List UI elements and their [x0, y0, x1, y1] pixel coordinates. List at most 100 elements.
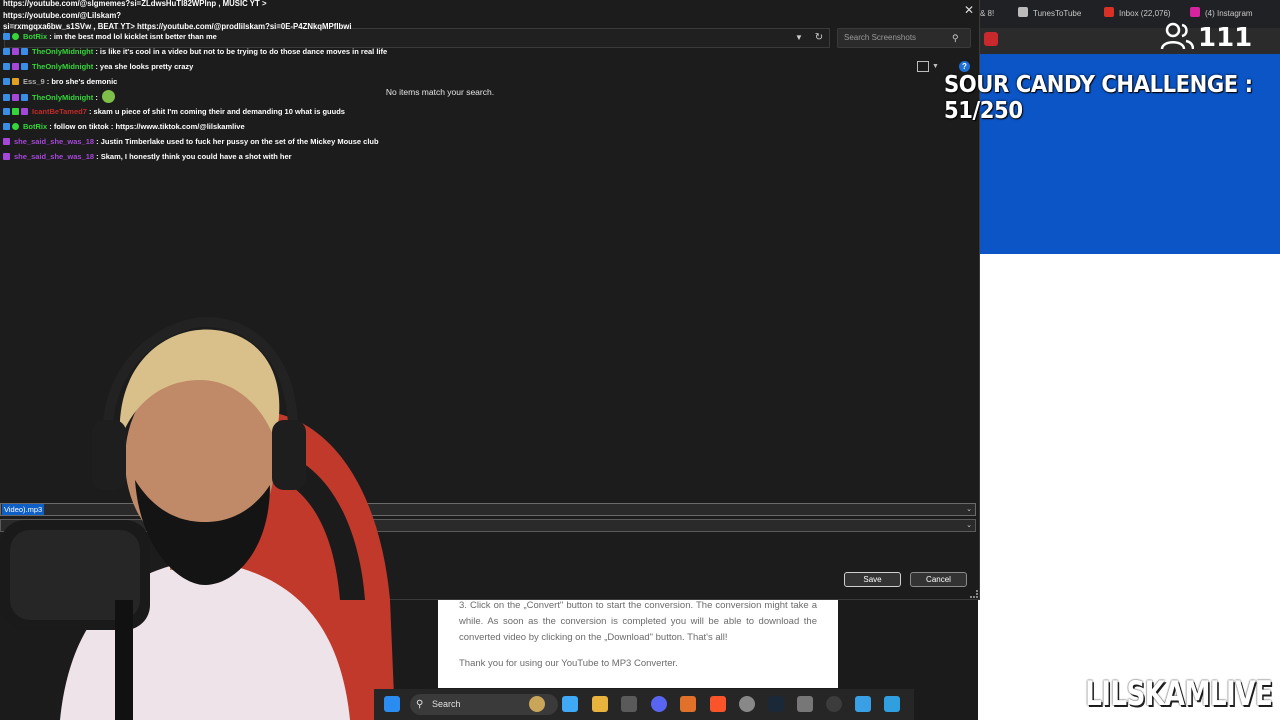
- resize-grip[interactable]: [970, 590, 978, 598]
- file-explorer-icon[interactable]: [592, 696, 608, 712]
- mod-badge-icon: [3, 33, 10, 40]
- fl-studio-icon[interactable]: [680, 696, 696, 712]
- instagram-icon: [1190, 7, 1200, 17]
- obs-icon[interactable]: [739, 696, 755, 712]
- viewer-count: 111: [1160, 22, 1252, 53]
- chat-username: she_said_she_was_18: [14, 137, 95, 146]
- chat-message: she_said_she_was_18 : Skam, I honestly t…: [3, 150, 443, 165]
- vip-badge-icon: [12, 78, 19, 85]
- taskbar-search-label: Search: [432, 699, 461, 709]
- help-icon[interactable]: ?: [959, 61, 970, 72]
- search-placeholder: Search Screenshots: [844, 33, 917, 42]
- mod-badge-icon: [3, 63, 10, 70]
- save-button[interactable]: Save: [844, 572, 901, 587]
- chat-username: BotRix: [23, 32, 48, 41]
- sub-badge-icon: [3, 153, 10, 160]
- tunestotube-icon: [1018, 7, 1028, 17]
- badge-icon: [12, 108, 19, 115]
- steam-icon[interactable]: [768, 696, 784, 712]
- chat-text: : follow on tiktok : https://www.tiktok.…: [47, 122, 245, 131]
- app-icon[interactable]: [797, 696, 813, 712]
- chevron-down-icon[interactable]: ▼: [793, 32, 805, 44]
- webcam-feed: [0, 300, 420, 720]
- browser-tab-instagram[interactable]: (4) Instagram: [1190, 6, 1253, 22]
- chat-message: TheOnlyMidnight : yea she looks pretty c…: [3, 60, 443, 75]
- browser-tab-tunestotube[interactable]: TunesToTube: [1018, 6, 1081, 22]
- chat-text: : bro she's demonic: [44, 77, 118, 86]
- emote-icon: [101, 90, 115, 103]
- search-input[interactable]: Search Screenshots ⚲: [837, 28, 971, 48]
- chat-text: : Justin Timberlake used to fuck her pus…: [94, 137, 379, 146]
- store-icon[interactable]: [621, 696, 637, 712]
- sub-badge-icon: [12, 48, 19, 55]
- sub-badge-icon: [12, 94, 19, 101]
- chat-link-line: https://youtube.com/@slgmemes?si=ZLdwsHu…: [3, 0, 267, 20]
- 4k-downloader-icon[interactable]: [826, 696, 842, 712]
- badge-icon: [21, 63, 28, 70]
- converter-article: 3. Click on the „Convert" button to star…: [438, 598, 838, 688]
- browser-tab-inbox[interactable]: Inbox (22,076): [1104, 6, 1171, 22]
- chat-messages: BotRix : im the best mod lol kicklet isn…: [3, 30, 443, 165]
- brave-icon[interactable]: [710, 696, 726, 712]
- chat-username: TheOnlyMidnight: [32, 47, 94, 56]
- chat-text: : Skam, I honestly think you could have …: [94, 152, 292, 161]
- mod-badge-icon: [3, 108, 10, 115]
- view-options-icon[interactable]: [917, 61, 929, 72]
- bot-badge-icon: [12, 33, 19, 40]
- bot-badge-icon: [12, 123, 19, 130]
- chat-message: Ess_9 : bro she's demonic: [3, 75, 443, 90]
- chevron-down-icon[interactable]: ⌄: [966, 504, 972, 515]
- chat-username: she_said_she_was_18: [14, 152, 95, 161]
- photos-icon[interactable]: [884, 696, 900, 712]
- article-step-3: 3. Click on the „Convert" button to star…: [459, 600, 817, 643]
- tab-label: (4) Instagram: [1205, 9, 1253, 18]
- channel-brand: LILSKAMLIVE: [1085, 674, 1273, 714]
- taskbar: ⚲ Search: [374, 689, 914, 720]
- challenge-overlay: SOUR CANDY CHALLENGE : 51/250: [944, 72, 1253, 124]
- tab-label: TunesToTube: [1033, 9, 1082, 18]
- chat-username: TheOnlyMidnight: [32, 93, 94, 102]
- chat-text: :: [93, 93, 100, 102]
- chevron-down-icon[interactable]: ▼: [932, 61, 942, 72]
- chat-message: TheOnlyMidnight :: [3, 90, 443, 105]
- notepad-icon[interactable]: [855, 696, 871, 712]
- article-thanks: Thank you for using our YouTube to MP3 C…: [459, 658, 678, 669]
- badge-icon: [21, 94, 28, 101]
- chat-username: IcantBeTamed7: [32, 107, 87, 116]
- tab-label: & 8!: [980, 9, 995, 18]
- chat-text: : yea she looks pretty crazy: [93, 62, 194, 71]
- widget-icon[interactable]: [529, 696, 545, 712]
- tab-label: Inbox (22,076): [1119, 9, 1171, 18]
- cancel-button[interactable]: Cancel: [910, 572, 967, 587]
- mod-badge-icon: [3, 123, 10, 130]
- mod-badge-icon: [3, 94, 10, 101]
- chat-message: IcantBeTamed7 : skam u piece of shit I'm…: [3, 105, 443, 120]
- viewer-count-value: 111: [1198, 23, 1253, 53]
- chat-text: : skam u piece of shit I'm coming their …: [86, 107, 345, 116]
- sub-badge-icon: [3, 138, 10, 145]
- refresh-icon[interactable]: ↻: [813, 32, 825, 44]
- chat-message: TheOnlyMidnight : is like it's cool in a…: [3, 45, 443, 60]
- extension-icon[interactable]: [984, 32, 998, 46]
- chat-pinned-links: https://youtube.com/@slgmemes?si=ZLdwsHu…: [3, 0, 383, 33]
- gmail-icon: [1104, 7, 1114, 17]
- mod-badge-icon: [3, 78, 10, 85]
- mod-badge-icon: [3, 48, 10, 55]
- browser-tab[interactable]: & 8!: [980, 6, 994, 22]
- close-icon[interactable]: ✕: [962, 3, 976, 17]
- search-icon: ⚲: [952, 33, 959, 43]
- chat-username: Ess_9: [23, 77, 45, 86]
- chat-text: : is like it's cool in a video but not t…: [93, 47, 388, 56]
- discord-icon[interactable]: [651, 696, 667, 712]
- copilot-icon[interactable]: [562, 696, 578, 712]
- chat-username: TheOnlyMidnight: [32, 62, 94, 71]
- sub-badge-icon: [21, 108, 28, 115]
- chat-text: : im the best mod lol kicklet isnt bette…: [47, 32, 217, 41]
- users-icon: [1160, 22, 1194, 50]
- search-icon: ⚲: [416, 699, 424, 710]
- chat-username: BotRix: [23, 122, 48, 131]
- chevron-down-icon[interactable]: ⌄: [966, 520, 972, 531]
- chat-message: she_said_she_was_18 : Justin Timberlake …: [3, 135, 443, 150]
- windows-start-icon[interactable]: [384, 696, 400, 712]
- streamer-figure: [0, 316, 395, 720]
